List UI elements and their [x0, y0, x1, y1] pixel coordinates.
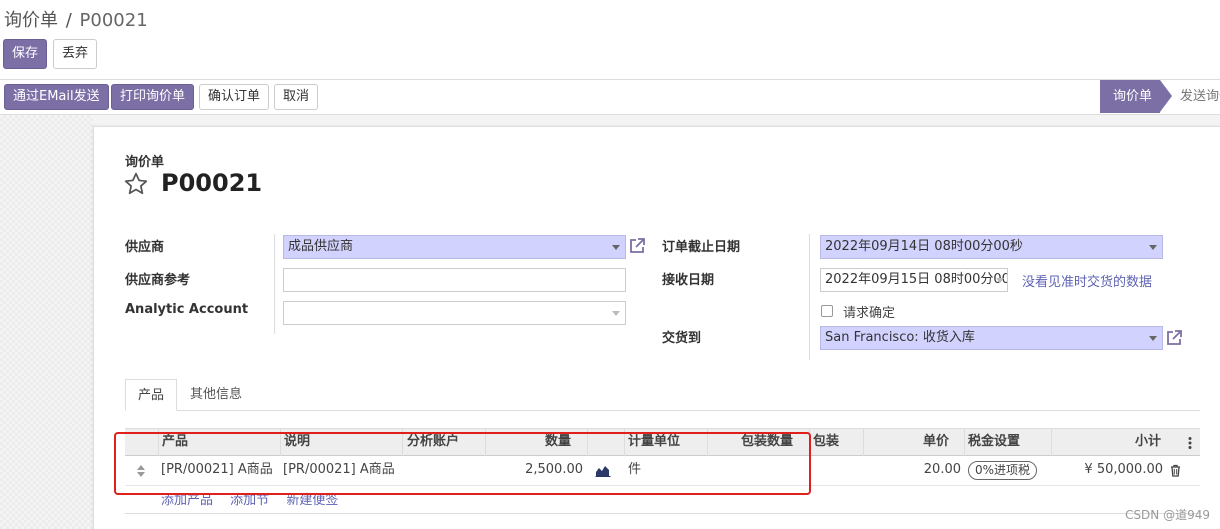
document-type-label: 询价单 [125, 155, 165, 170]
confirm-order-button[interactable]: 确认订单 [199, 84, 270, 110]
add-section-link[interactable]: 添加节 [230, 493, 269, 508]
order-lines-footer-divider [125, 513, 1200, 514]
request-confirmation-checkbox[interactable] [821, 305, 833, 317]
on-time-delivery-link[interactable]: 没看见准时交货的数据 [1022, 271, 1152, 290]
vendor-reference-label: 供应商参考 [125, 273, 191, 288]
tab-other-info[interactable]: 其他信息 [178, 379, 254, 411]
external-link-icon[interactable] [1164, 328, 1184, 348]
field-divider [274, 234, 275, 334]
status-stage-rfq-sent[interactable]: 发送询价 [1180, 80, 1220, 113]
chevron-down-icon [1149, 336, 1157, 341]
page-title: P00021 [161, 169, 263, 197]
deliver-to-value: San Francisco: 收货入库 [825, 330, 975, 345]
vendor-field[interactable]: 成品供应商 [283, 235, 626, 259]
save-button[interactable]: 保存 [3, 39, 48, 69]
tab-products[interactable]: 产品 [125, 379, 178, 411]
column-divider [863, 429, 864, 456]
chevron-down-icon [1149, 245, 1157, 250]
trash-icon[interactable] [1170, 464, 1181, 477]
breadcrumb-separator: / [65, 10, 72, 31]
analytic-account-field[interactable] [283, 301, 626, 325]
deliver-to-field[interactable]: San Francisco: 收货入库 [820, 326, 1163, 350]
line-subtotal: ¥ 50,000.00 [1084, 462, 1163, 477]
discard-button[interactable]: 丢弃 [53, 39, 98, 69]
header-divider [0, 79, 1220, 80]
receipt-date-value: 2022年09月15日 08时00分00秒 [825, 272, 1008, 287]
column-taxes[interactable]: 税金设置 [968, 429, 1020, 456]
breadcrumb-parent[interactable]: 询价单 [4, 10, 58, 31]
deliver-to-label: 交货到 [662, 331, 702, 346]
external-link-icon[interactable] [627, 236, 647, 256]
status-stage-rfq[interactable]: 询价单 [1100, 80, 1172, 113]
receipt-date-field[interactable]: 2022年09月15日 08时00分00秒 [820, 268, 1008, 292]
vendor-label: 供应商 [125, 240, 165, 255]
field-divider [809, 234, 810, 360]
tabs-divider [125, 410, 1200, 411]
chevron-down-icon [612, 311, 620, 316]
tax-badge[interactable]: 0%进项税 [968, 461, 1038, 480]
watermark: CSDN @道949 [1125, 508, 1210, 522]
column-packaging[interactable]: 包装 [813, 429, 839, 456]
add-product-link[interactable]: 添加产品 [161, 493, 213, 508]
print-rfq-button[interactable]: 打印询价单 [111, 84, 195, 110]
request-confirmation-label: 请求确定 [843, 306, 896, 321]
order-deadline-value: 2022年09月14日 08时00分00秒 [825, 239, 1023, 254]
chevron-down-icon [612, 245, 620, 250]
highlight-annotation [114, 432, 811, 495]
analytic-account-label: Analytic Account [125, 302, 249, 317]
breadcrumb-current: P00021 [79, 10, 148, 31]
order-deadline-label: 订单截止日期 [662, 240, 741, 255]
cancel-button[interactable]: 取消 [274, 84, 319, 110]
vendor-value: 成品供应商 [288, 239, 354, 254]
vendor-reference-input[interactable] [283, 268, 626, 292]
column-divider [1051, 429, 1052, 456]
receipt-date-label: 接收日期 [662, 273, 715, 288]
column-divider [964, 429, 965, 456]
column-options-icon[interactable] [1186, 436, 1194, 450]
form-background [0, 115, 93, 529]
add-note-link[interactable]: 新建便签 [286, 493, 338, 508]
send-email-button[interactable]: 通过EMail发送 [4, 84, 109, 110]
form-background-top [93, 115, 1220, 126]
star-icon[interactable] [123, 171, 149, 197]
column-unit-price[interactable]: 单价 [867, 429, 949, 456]
breadcrumb: 询价单 / P00021 [4, 6, 148, 32]
column-subtotal[interactable]: 小计 [1055, 429, 1161, 456]
chevron-down-icon [996, 278, 1004, 283]
line-unit-price[interactable]: 20.00 [867, 457, 961, 485]
order-deadline-field[interactable]: 2022年09月14日 08时00分00秒 [820, 235, 1163, 259]
